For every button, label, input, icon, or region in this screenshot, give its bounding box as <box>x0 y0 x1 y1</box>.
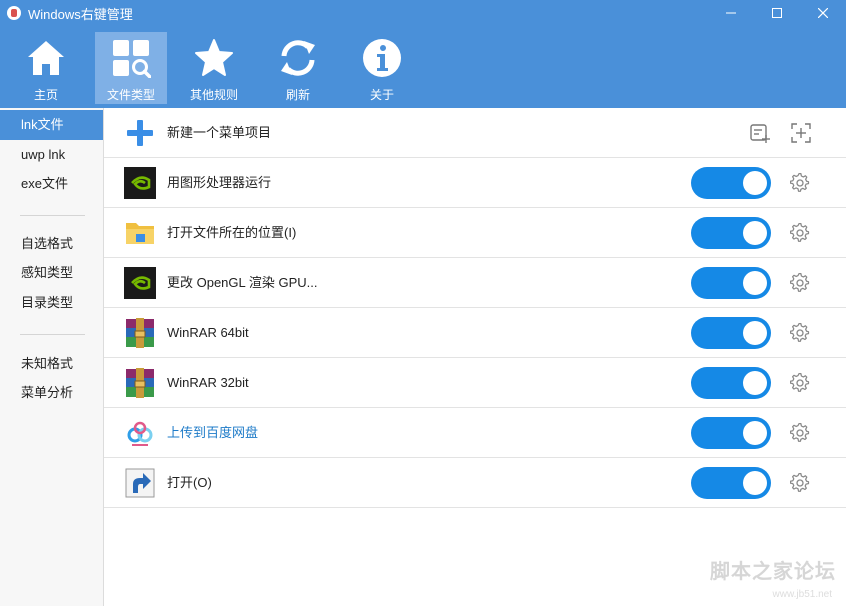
enable-toggle[interactable] <box>691 267 771 299</box>
nvidia-icon <box>124 267 156 299</box>
list-item: WinRAR 64bit <box>104 308 846 358</box>
winrar-icon <box>126 368 154 398</box>
home-icon <box>26 38 66 78</box>
enable-toggle[interactable] <box>691 467 771 499</box>
close-button[interactable] <box>800 0 846 26</box>
minimize-icon <box>726 12 736 14</box>
enable-toggle[interactable] <box>691 167 771 199</box>
shortcut-arrow-icon <box>125 468 155 498</box>
watermark-text: 脚本之家论坛 <box>710 561 836 583</box>
sidebar-divider <box>20 334 85 335</box>
window-title: Windows右键管理 <box>28 6 133 22</box>
menu-item-label: 打开(O) <box>167 475 212 490</box>
gear-icon[interactable] <box>790 173 810 193</box>
main-toolbar: 主页 文件类型 其他规则 刷新 关于 <box>0 26 846 108</box>
list-item: 打开文件所在的位置(I) <box>104 208 846 258</box>
toolbar-label: 其他规则 <box>189 88 238 102</box>
toolbar-file-type-button[interactable]: 文件类型 <box>95 32 167 104</box>
new-item-label: 新建一个菜单项目 <box>167 125 272 140</box>
sidebar-item-perceived-type[interactable]: 感知类型 <box>0 258 103 288</box>
refresh-icon <box>278 38 318 78</box>
winrar-icon <box>126 318 154 348</box>
maximize-icon <box>772 8 782 18</box>
sidebar-item-exe[interactable]: exe文件 <box>0 169 103 199</box>
watermark-url: www.jb51.net <box>772 589 832 600</box>
folder-icon <box>126 223 154 244</box>
list-item: 用图形处理器运行 <box>104 158 846 208</box>
sidebar-item-directory-type[interactable]: 目录类型 <box>0 288 103 318</box>
toolbar-about-button[interactable]: 关于 <box>346 32 418 104</box>
sidebar-item-custom-format[interactable]: 自选格式 <box>0 229 103 259</box>
window-controls <box>708 0 846 26</box>
menu-item-label: WinRAR 32bit <box>167 375 249 390</box>
menu-item-label: 上传到百度网盘 <box>167 425 259 440</box>
sidebar-item-menu-analysis[interactable]: 菜单分析 <box>0 378 103 408</box>
sidebar-item-unknown-format[interactable]: 未知格式 <box>0 349 103 379</box>
maximize-button[interactable] <box>754 0 800 26</box>
menu-item-label: 用图形处理器运行 <box>167 175 272 190</box>
close-icon <box>818 8 828 18</box>
menu-item-label: 更改 OpenGL 渲染 GPU... <box>167 275 318 290</box>
sidebar-item-lnk[interactable]: lnk文件 <box>0 110 103 140</box>
sidebar-item-uwp-lnk[interactable]: uwp lnk <box>0 140 103 170</box>
add-icon <box>127 120 153 146</box>
gear-icon[interactable] <box>790 473 810 493</box>
sidebar-divider <box>20 215 85 216</box>
sidebar: lnk文件 uwp lnk exe文件 自选格式 感知类型 目录类型 未知格式 … <box>0 108 104 606</box>
star-icon <box>194 38 234 78</box>
new-item-row[interactable]: 新建一个菜单项目 <box>104 108 846 158</box>
app-icon <box>7 6 21 20</box>
toolbar-label: 文件类型 <box>106 88 155 102</box>
gear-icon[interactable] <box>790 273 810 293</box>
enable-toggle[interactable] <box>691 367 771 399</box>
gear-icon[interactable] <box>790 373 810 393</box>
nvidia-icon <box>124 167 156 199</box>
list-item: WinRAR 32bit <box>104 358 846 408</box>
file-type-icon <box>111 38 151 78</box>
minimize-button[interactable] <box>708 0 754 26</box>
list-item: 更改 OpenGL 渲染 GPU... <box>104 258 846 308</box>
gear-icon[interactable] <box>790 323 810 343</box>
list-item: 打开(O) <box>104 458 846 508</box>
menu-item-list: 新建一个菜单项目 用图形处理器运行 打开文件所在的位置(I) 更改 OpenGL… <box>104 108 846 606</box>
add-existing-icon[interactable] <box>790 122 812 144</box>
toolbar-home-button[interactable]: 主页 <box>10 32 82 104</box>
enable-toggle[interactable] <box>691 417 771 449</box>
toolbar-label: 关于 <box>369 88 394 102</box>
title-bar: Windows右键管理 <box>0 0 846 26</box>
gear-icon[interactable] <box>790 223 810 243</box>
baidu-netdisk-icon <box>127 421 153 446</box>
enable-toggle[interactable] <box>691 317 771 349</box>
gear-icon[interactable] <box>790 423 810 443</box>
enable-toggle[interactable] <box>691 217 771 249</box>
toolbar-refresh-button[interactable]: 刷新 <box>262 32 334 104</box>
info-icon <box>362 38 402 78</box>
toolbar-label: 刷新 <box>285 88 310 102</box>
list-item: 上传到百度网盘 <box>104 408 846 458</box>
menu-item-label: WinRAR 64bit <box>167 325 249 340</box>
toolbar-other-rules-button[interactable]: 其他规则 <box>178 32 250 104</box>
new-item-menu-icon[interactable] <box>749 122 771 144</box>
menu-item-label: 打开文件所在的位置(I) <box>167 225 297 240</box>
toolbar-label: 主页 <box>33 88 58 102</box>
